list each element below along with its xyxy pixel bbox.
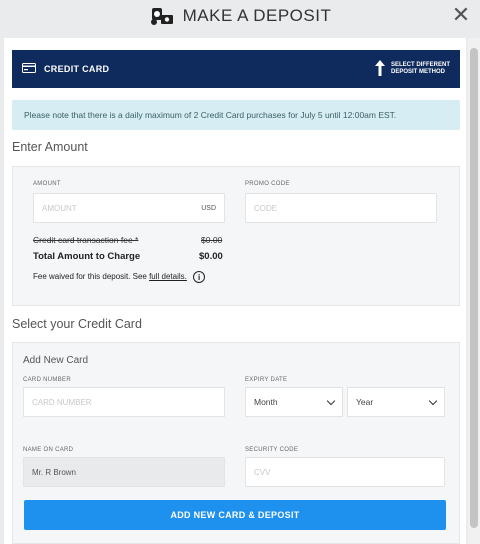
amount-box: AMOUNT AMOUNT USD PROMO CODE CODE Credit… xyxy=(12,166,460,306)
dialog-title: MAKE A DEPOSIT xyxy=(182,6,332,25)
amount-placeholder: AMOUNT xyxy=(42,203,77,213)
fee-waived-line: Fee waived for this deposit. See full de… xyxy=(33,271,206,283)
total-label: Total Amount to Charge xyxy=(33,251,141,262)
security-code-label: SECURITY CODE xyxy=(245,447,299,453)
year-value: Year xyxy=(356,397,374,407)
chevron-down-icon xyxy=(326,396,336,405)
name-on-card-label: NAME ON CARD xyxy=(23,447,74,453)
month-value: Month xyxy=(254,397,278,407)
promo-code-input[interactable]: CODE xyxy=(245,193,437,223)
daily-limit-notice: Please note that there is a daily maximu… xyxy=(12,100,460,130)
credit-card-icon xyxy=(22,63,36,75)
select-different-method-button[interactable]: SELECT DIFFERENT DEPOSIT METHOD xyxy=(374,59,450,79)
fee-value: $0.00 xyxy=(201,235,223,245)
expiry-date-label: EXPIRY DATE xyxy=(245,377,288,383)
card-number-placeholder: CARD NUMBER xyxy=(32,397,92,407)
add-new-card-deposit-button[interactable]: ADD NEW CARD & DEPOSIT xyxy=(24,500,446,530)
arrow-up-icon xyxy=(374,59,385,79)
enter-amount-heading: Enter Amount xyxy=(12,140,88,154)
cvv-input[interactable]: CVV xyxy=(245,457,445,487)
deposit-panel: CREDIT CARD SELECT DIFFERENT DEPOSIT MET… xyxy=(4,38,466,544)
dialog-header: MAKE A DEPOSIT ✕ xyxy=(0,0,480,32)
card-number-input[interactable]: CARD NUMBER xyxy=(23,387,225,417)
switch-line-2: DEPOSIT METHOD xyxy=(390,69,445,75)
switch-line-1: SELECT DIFFERENT xyxy=(390,62,450,68)
info-icon[interactable]: i xyxy=(193,271,206,283)
header-title-group: MAKE A DEPOSIT xyxy=(149,6,332,26)
card-number-label: CARD NUMBER xyxy=(23,377,71,383)
chevron-down-icon xyxy=(428,396,438,405)
payment-method-current: CREDIT CARD xyxy=(22,63,109,75)
promo-placeholder: CODE xyxy=(254,203,278,213)
scrollbar-thumb[interactable] xyxy=(470,48,478,528)
payment-method-bar: CREDIT CARD SELECT DIFFERENT DEPOSIT MET… xyxy=(12,50,460,88)
expiry-month-select[interactable]: Month xyxy=(245,387,343,417)
total-value: $0.00 xyxy=(199,251,223,262)
close-icon[interactable]: ✕ xyxy=(450,4,472,26)
select-different-method-text: SELECT DIFFERENT DEPOSIT METHOD xyxy=(391,62,450,76)
name-on-card-input[interactable]: Mr. R Brown xyxy=(23,457,225,487)
currency-suffix: USD xyxy=(201,204,216,212)
expiry-year-select[interactable]: Year xyxy=(347,387,445,417)
fee-label: Credit card transaction fee * xyxy=(33,235,139,245)
amount-label: AMOUNT xyxy=(33,181,61,187)
add-new-card-title: Add New Card xyxy=(23,355,89,366)
full-details-link[interactable]: full details. xyxy=(149,272,187,281)
select-card-heading: Select your Credit Card xyxy=(12,317,142,331)
payment-method-label: CREDIT CARD xyxy=(44,64,110,74)
fee-waived-text: Fee waived for this deposit. See xyxy=(33,272,147,282)
name-on-card-value: Mr. R Brown xyxy=(32,467,77,477)
cvv-placeholder: CVV xyxy=(254,467,271,477)
promo-code-label: PROMO CODE xyxy=(245,181,290,187)
amount-input[interactable]: AMOUNT USD xyxy=(33,193,225,223)
money-icon xyxy=(149,6,175,26)
